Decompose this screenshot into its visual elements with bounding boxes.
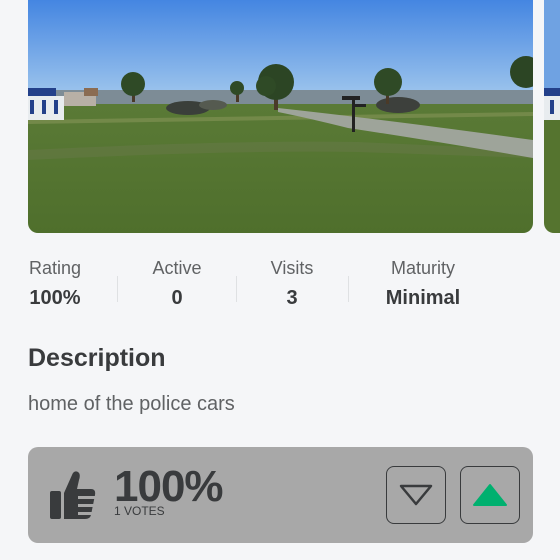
vote-count: 1 VOTES [114, 504, 165, 518]
vote-panel: 100% 1 VOTES [28, 447, 533, 543]
stat-maturity: Maturity Minimal [368, 258, 478, 310]
thumbs-up-icon [50, 469, 96, 526]
stat-value: 3 [286, 287, 298, 309]
stat-active: Active 0 [136, 258, 218, 310]
stat-label: Active [152, 258, 202, 278]
description-heading: Description [28, 344, 166, 372]
stat-value: Minimal [385, 287, 461, 309]
upvote-button[interactable] [460, 466, 520, 524]
description-text: home of the police cars [28, 393, 235, 415]
game-scene-image [28, 0, 533, 233]
game-screenshot[interactable] [28, 0, 533, 233]
stat-divider [117, 276, 118, 302]
game-stats: Rating 100% Active 0 Visits 3 Maturity M… [0, 258, 560, 318]
stat-divider [348, 276, 349, 302]
stat-visits: Visits 3 [252, 258, 332, 310]
next-scene-image [544, 0, 560, 233]
stat-label: Maturity [390, 258, 455, 278]
stat-rating: Rating 100% [12, 258, 98, 310]
stat-label: Rating [28, 258, 82, 278]
triangle-up-icon [473, 484, 507, 506]
stat-label: Visits [270, 258, 314, 278]
stat-divider [236, 276, 237, 302]
downvote-button[interactable] [386, 466, 446, 524]
triangle-down-icon [399, 484, 433, 506]
next-screenshot-peek[interactable] [544, 0, 560, 233]
stat-value: 0 [171, 287, 183, 309]
stat-value: 100% [29, 287, 81, 309]
game-details-page: Rating 100% Active 0 Visits 3 Maturity M… [0, 0, 560, 560]
